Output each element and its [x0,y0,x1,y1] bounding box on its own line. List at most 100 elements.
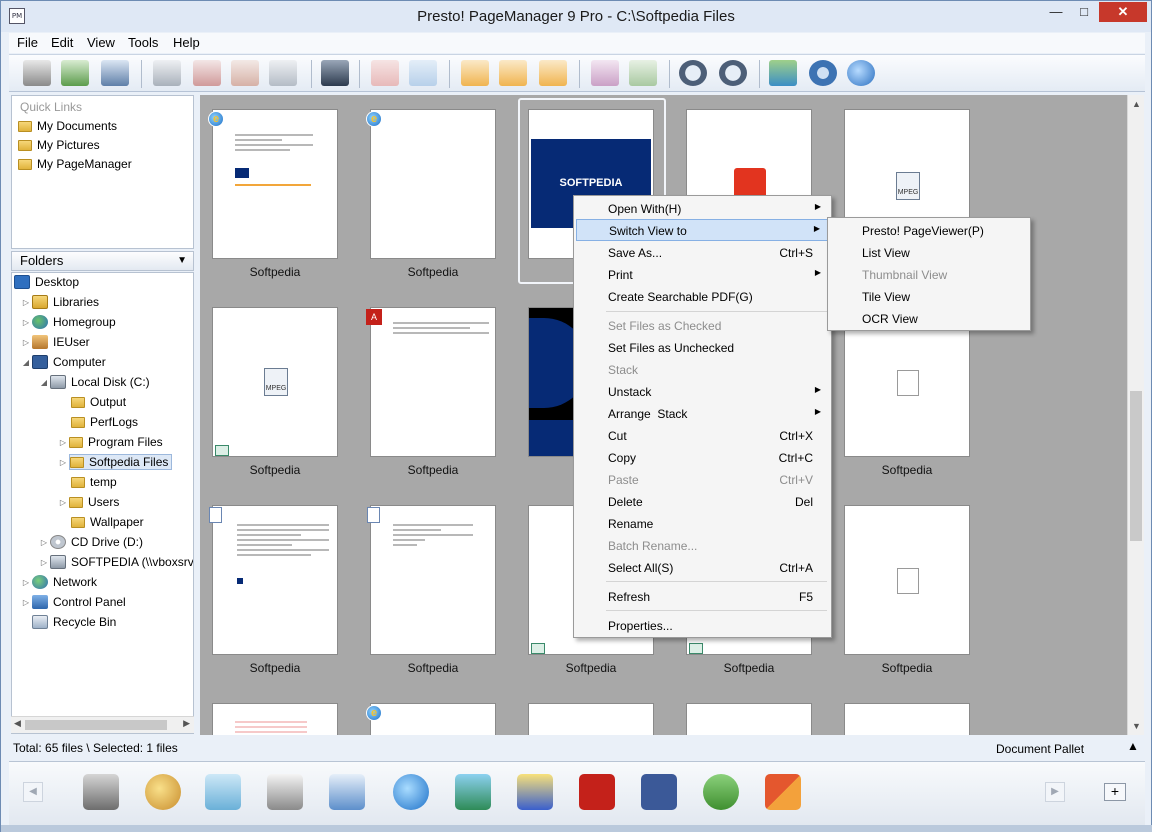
menu-edit[interactable]: Edit [51,35,73,50]
zoom-out-icon[interactable] [679,60,707,86]
expand-arrow-icon[interactable]: ▷ [57,458,69,467]
context-item-rename[interactable]: Rename [576,513,829,535]
context-item-stack[interactable]: Stack [576,359,829,381]
selected-folder[interactable]: Softpedia Files [69,454,173,470]
context-item-unstack[interactable]: Unstack ▶ [576,381,829,403]
thumbnail-card[interactable] [370,703,496,735]
pdf-icon[interactable] [193,60,221,86]
xps-icon[interactable] [231,60,259,86]
export-icon[interactable] [269,60,297,86]
expand-arrow-icon[interactable]: ▷ [20,598,32,607]
context-item-arrange-stack[interactable]: Arrange Stack ▶ [576,403,829,425]
tree-item-ieuser[interactable]: ▷ IEUser [20,333,90,351]
scroll-right-icon[interactable]: ▶ [183,718,190,729]
maximize-button[interactable]: □ [1071,2,1097,22]
find-icon[interactable] [321,60,349,86]
scanner-icon[interactable] [23,60,51,86]
screen-capture-icon[interactable] [455,774,491,810]
thumbnail-card[interactable] [370,505,496,655]
thumbnail-card[interactable] [844,505,970,655]
expand-arrow-icon[interactable]: ▷ [20,338,32,347]
office-icon[interactable] [765,774,801,810]
close-button[interactable]: ✕ [1099,2,1147,22]
context-item-refresh[interactable]: Refresh F5 [576,586,829,608]
internet-explorer-icon[interactable] [393,774,429,810]
menu-view[interactable]: View [87,35,115,50]
share-icon[interactable] [769,60,797,86]
tree-item-program-files[interactable]: ▷ Program Files [57,433,163,451]
context-item-print[interactable]: Print ▶ [576,264,829,286]
grid-vertical-scrollbar[interactable]: ▲ ▼ [1127,95,1144,735]
tree-item-users[interactable]: ▷ Users [57,493,119,511]
tree-item-perflogs[interactable]: PerfLogs [71,413,138,431]
expand-arrow-icon[interactable]: ▷ [57,498,69,507]
add-to-pallet-button[interactable]: + [1104,783,1126,801]
pallet-scroll-right-icon[interactable]: ▶ [1045,782,1065,802]
context-item-set-checked[interactable]: Set Files as Checked [576,315,829,337]
expand-arrow-icon[interactable]: ▷ [20,298,32,307]
submenu-item-list-view[interactable]: List View [862,246,910,260]
acrobat-icon[interactable] [579,774,615,810]
tile-view-icon[interactable] [539,60,567,86]
paint-icon[interactable] [145,774,181,810]
zoom-in-icon[interactable] [719,60,747,86]
context-item-cut[interactable]: Cut Ctrl+X [576,425,829,447]
facebook-icon[interactable] [641,774,677,810]
update-icon[interactable] [847,60,875,86]
thumbnail-card[interactable] [686,703,812,735]
chevron-down-icon[interactable]: ▼ [177,252,187,270]
context-item-properties[interactable]: Properties... [576,615,829,637]
submenu-item-pageviewer[interactable]: Presto! PageViewer(P) [862,224,984,238]
submenu-item-thumbnail-view[interactable]: Thumbnail View [862,268,947,282]
context-item-batch-rename[interactable]: Batch Rename... [576,535,829,557]
menu-file[interactable]: File [17,35,38,50]
pallet-scroll-left-icon[interactable]: ◀ [23,782,43,802]
scroll-up-icon[interactable]: ▲ [1132,99,1141,109]
page-viewer-icon[interactable] [591,60,619,86]
context-item-switch-view[interactable]: Switch View to ▶ [576,219,829,241]
expand-arrow-icon[interactable]: ▷ [38,558,50,567]
tree-item-computer[interactable]: ◢ Computer [20,353,106,371]
thumbnail-card[interactable] [844,703,970,735]
thumbnail-card[interactable]: MPEG [212,307,338,457]
submenu-item-tile-view[interactable]: Tile View [862,290,910,304]
expand-arrow-icon[interactable]: ▷ [20,318,32,327]
tree-item-softpedia-share[interactable]: ▷ SOFTPEDIA (\\vboxsrv [38,553,193,571]
context-item-select-all[interactable]: Select All(S) Ctrl+A [576,557,829,579]
context-item-copy[interactable]: Copy Ctrl+C [576,447,829,469]
quick-link-my-pictures[interactable]: My Pictures [18,136,100,154]
acquire-icon[interactable] [61,60,89,86]
thumbnail-card[interactable] [212,505,338,655]
scroll-left-icon[interactable]: ◀ [14,718,21,729]
thumbnail-card[interactable] [212,109,338,259]
submenu-item-ocr-view[interactable]: OCR View [862,312,918,326]
paint-brush-icon[interactable] [517,774,553,810]
evernote-icon[interactable] [703,774,739,810]
edit-icon[interactable] [153,60,181,86]
tree-item-network[interactable]: ▷ Network [20,573,97,591]
tree-item-output[interactable]: Output [71,393,126,411]
tree-item-softpedia-files[interactable]: ▷ Softpedia Files [57,453,173,471]
context-item-delete[interactable]: Delete Del [576,491,829,513]
expand-arrow-icon[interactable]: ▷ [20,578,32,587]
tree-item-recycle-bin[interactable]: Recycle Bin [32,613,116,631]
quick-link-my-pagemanager[interactable]: My PageManager [18,155,132,173]
menu-tools[interactable]: Tools [128,35,158,50]
context-item-open-with[interactable]: Open With(H) ▶ [576,198,829,220]
unstack-icon[interactable] [409,60,437,86]
quick-link-my-documents[interactable]: My Documents [18,117,117,135]
scroll-down-icon[interactable]: ▼ [1132,721,1141,731]
tree-item-desktop[interactable]: Desktop [14,273,79,291]
tree-horizontal-scrollbar[interactable]: ◀ ▶ [11,716,194,733]
tree-item-wallpaper[interactable]: Wallpaper [71,513,144,531]
expand-arrow-icon[interactable]: ▷ [38,538,50,547]
menu-help[interactable]: Help [173,35,200,50]
context-item-set-unchecked[interactable]: Set Files as Unchecked [576,337,829,359]
folders-header[interactable]: Folders ▼ [11,251,194,271]
thumbnail-card[interactable] [370,109,496,259]
minimize-button[interactable]: — [1041,2,1071,22]
collapse-arrow-icon[interactable]: ◢ [38,378,50,387]
ocr-icon[interactable] [629,60,657,86]
settings-icon[interactable] [809,60,837,86]
tree-item-libraries[interactable]: ▷ Libraries [20,293,99,311]
